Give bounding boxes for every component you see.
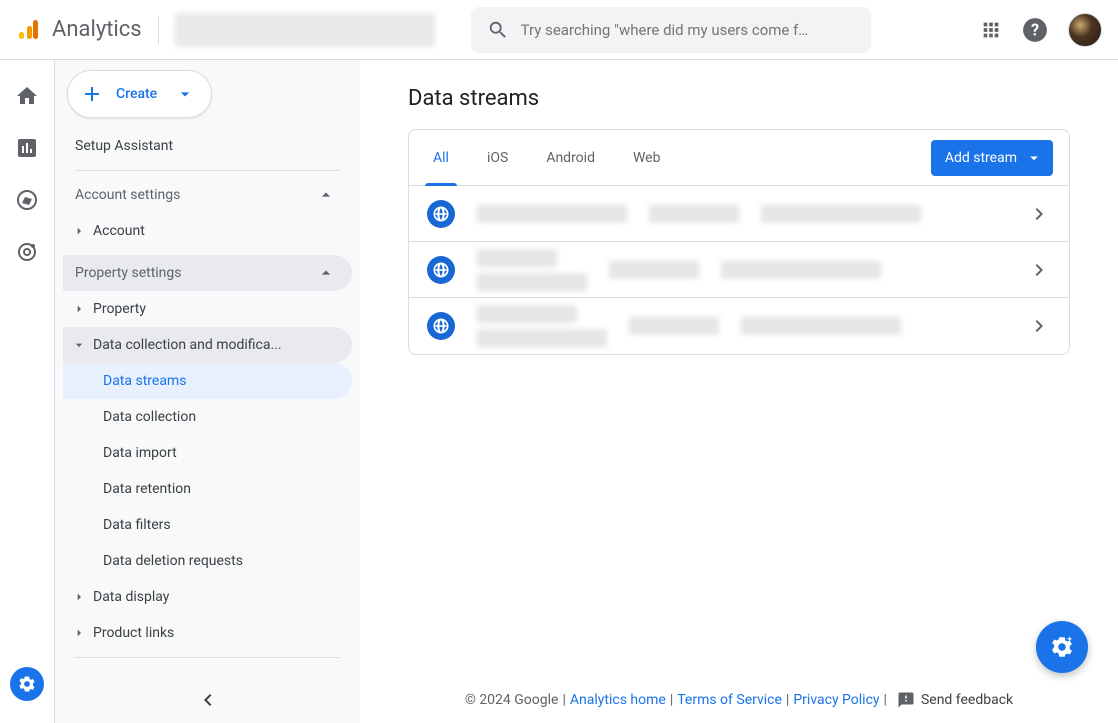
account-avatar[interactable]: [1068, 13, 1102, 47]
app-header: Analytics ?: [0, 0, 1118, 60]
property-settings-label: Property settings: [75, 265, 182, 281]
explore-icon[interactable]: [15, 188, 39, 212]
sidebar-divider: [75, 170, 340, 171]
tab-all[interactable]: All: [425, 130, 457, 185]
stream-row[interactable]: [409, 186, 1069, 242]
dropdown-caret-icon: [1025, 149, 1043, 167]
apps-icon[interactable]: [980, 19, 1002, 41]
plus-icon: [80, 82, 104, 106]
create-button[interactable]: Create: [67, 70, 212, 118]
page-title: Data streams: [408, 86, 1070, 111]
stream-url-redacted: [629, 317, 719, 335]
tos-link[interactable]: Terms of Service: [677, 692, 782, 708]
reports-icon[interactable]: [15, 136, 39, 160]
chevron-right-icon: [1027, 258, 1051, 282]
caret-right-icon: [71, 223, 87, 239]
chevron-right-icon: [1027, 314, 1051, 338]
page-footer: © 2024 Google | Analytics home | Terms o…: [408, 677, 1070, 723]
svg-text:?: ?: [1031, 20, 1039, 39]
chevron-right-icon: [1027, 202, 1051, 226]
search-box[interactable]: [471, 7, 871, 53]
data-display-label: Data display: [93, 589, 169, 605]
feedback-icon: [897, 691, 915, 709]
nav-data-filters[interactable]: Data filters: [63, 507, 352, 543]
stream-name-redacted: [477, 205, 627, 223]
brand-name: Analytics: [52, 17, 142, 42]
copyright-text: © 2024 Google: [465, 692, 559, 708]
dropdown-caret-icon: [175, 84, 195, 104]
account-settings-header[interactable]: Account settings: [63, 177, 352, 213]
tab-ios[interactable]: iOS: [479, 130, 516, 185]
gear-sparkle-icon: [1049, 634, 1075, 660]
stream-id-redacted: [761, 205, 921, 223]
search-input[interactable]: [521, 21, 855, 39]
brand-block[interactable]: Analytics: [16, 17, 142, 42]
home-icon[interactable]: [15, 84, 39, 108]
data-collection-group[interactable]: Data collection and modifica...: [63, 327, 352, 363]
streams-card: All iOS Android Web Add stream: [408, 129, 1070, 355]
collapse-sidebar-icon[interactable]: [196, 688, 220, 712]
product-links-item[interactable]: Product links: [63, 615, 352, 651]
tab-android[interactable]: Android: [538, 130, 603, 185]
setup-assistant-link[interactable]: Setup Assistant: [63, 128, 352, 164]
stream-url-redacted: [609, 261, 699, 279]
main-content: Data streams All iOS Android Web Add str…: [360, 60, 1118, 723]
nav-data-deletion[interactable]: Data deletion requests: [63, 543, 352, 579]
web-stream-icon: [427, 200, 455, 228]
nav-data-retention[interactable]: Data retention: [63, 471, 352, 507]
nav-data-collection[interactable]: Data collection: [63, 399, 352, 435]
account-item-label: Account: [93, 223, 145, 239]
feedback-label: Send feedback: [921, 692, 1013, 708]
stream-row[interactable]: [409, 298, 1069, 354]
caret-right-icon: [71, 301, 87, 317]
advertising-icon[interactable]: [15, 240, 39, 264]
tabs-row: All iOS Android Web Add stream: [409, 130, 1069, 186]
analytics-home-link[interactable]: Analytics home: [570, 692, 666, 708]
add-stream-label: Add stream: [945, 150, 1017, 166]
data-display-item[interactable]: Data display: [63, 579, 352, 615]
data-collection-group-label: Data collection and modifica...: [93, 337, 282, 353]
tab-web[interactable]: Web: [625, 130, 669, 185]
stream-id-redacted: [741, 317, 901, 335]
header-divider: [158, 16, 159, 44]
admin-sidebar: Create Setup Assistant Account settings …: [55, 60, 360, 723]
nav-data-streams[interactable]: Data streams: [63, 363, 352, 399]
property-item-label: Property: [93, 301, 146, 317]
nav-data-import[interactable]: Data import: [63, 435, 352, 471]
admin-gear-button[interactable]: [10, 667, 44, 701]
help-icon[interactable]: ?: [1022, 17, 1048, 43]
chevron-up-icon: [316, 263, 336, 283]
web-stream-icon: [427, 312, 455, 340]
assistant-fab[interactable]: [1036, 621, 1088, 673]
caret-down-icon: [71, 337, 87, 353]
property-selector-redacted[interactable]: [175, 13, 435, 47]
nav-rail: [0, 60, 55, 723]
create-button-label: Create: [116, 86, 157, 102]
chevron-up-icon: [316, 185, 336, 205]
send-feedback-button[interactable]: Send feedback: [897, 691, 1013, 709]
account-item[interactable]: Account: [63, 213, 352, 249]
property-settings-header[interactable]: Property settings: [63, 255, 352, 291]
analytics-logo-icon: [16, 18, 40, 42]
stream-url-redacted: [649, 205, 739, 223]
product-links-label: Product links: [93, 625, 174, 641]
web-stream-icon: [427, 256, 455, 284]
property-item[interactable]: Property: [63, 291, 352, 327]
stream-row[interactable]: [409, 242, 1069, 298]
sidebar-divider: [75, 657, 340, 658]
search-icon: [487, 19, 509, 41]
stream-id-redacted: [721, 261, 881, 279]
add-stream-button[interactable]: Add stream: [931, 140, 1053, 176]
caret-right-icon: [71, 589, 87, 605]
account-settings-label: Account settings: [75, 187, 180, 203]
caret-right-icon: [71, 625, 87, 641]
privacy-link[interactable]: Privacy Policy: [793, 692, 879, 708]
gear-icon: [17, 674, 37, 694]
